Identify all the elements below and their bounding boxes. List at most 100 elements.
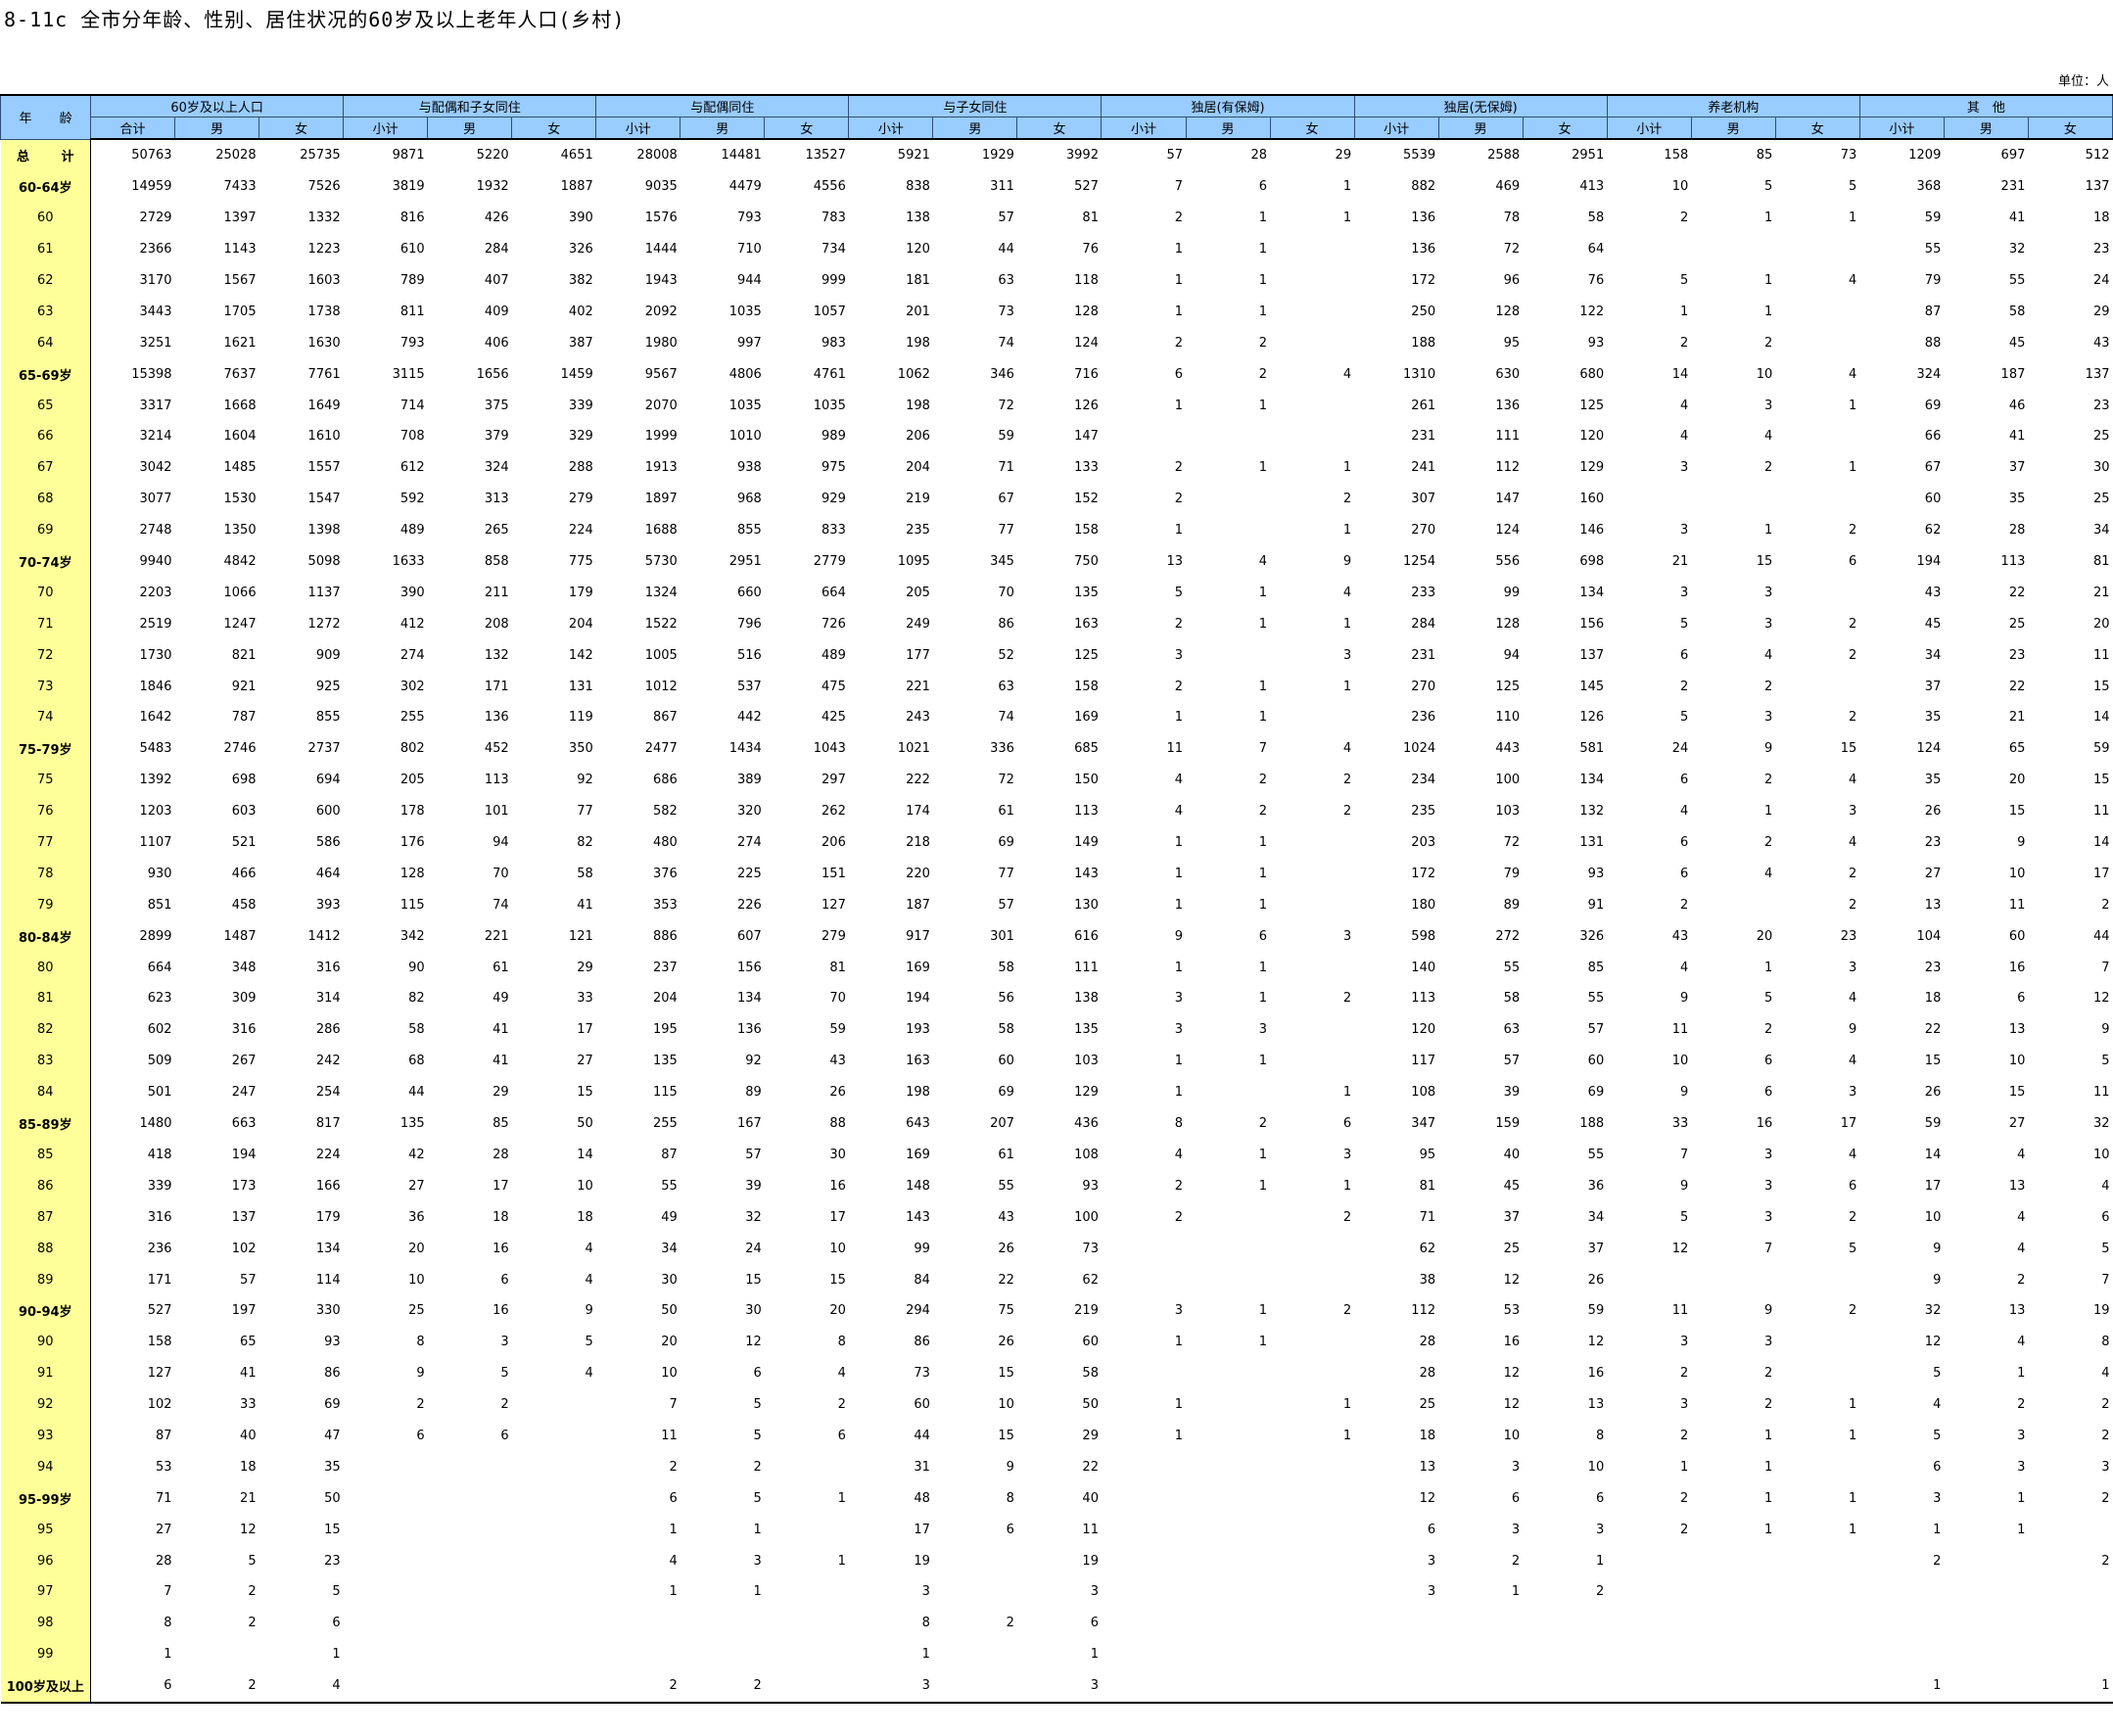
value-cell: 57 (998, 211, 1014, 226)
value-cell: 26 (829, 1085, 846, 1101)
value-cell: 14959 (131, 179, 172, 195)
table-row: 63 3443 1705 1738 811 409 402 2092 1035 1057 201 73… (0, 296, 2113, 328)
value-cell: 664 (147, 960, 172, 975)
value-cell: 21 (2008, 710, 2026, 726)
value-cell (1523, 1608, 1607, 1639)
value-cell: 25 (1419, 1397, 1436, 1413)
value-cell: 17 (493, 1178, 509, 1194)
age-cell: 67 (0, 451, 92, 484)
value-cell (1186, 1451, 1270, 1482)
value-cell: 45 (1924, 616, 1942, 632)
value-cell (1270, 421, 1354, 452)
value-cell (1102, 421, 1186, 452)
value-cell: 3 (1933, 1490, 1942, 1506)
value-cell: 134 (736, 991, 762, 1007)
table-row: 100岁及以上 6 2 4 2 2 3 3 1 1 (0, 1669, 2113, 1704)
value-cell: 111 (1495, 429, 1521, 445)
value-cell (512, 1576, 596, 1608)
value-cell: 2 (1764, 835, 1773, 851)
value-cell: 236 (1411, 710, 1436, 726)
value-cell (344, 1639, 428, 1670)
value-cell: 1203 (139, 804, 172, 820)
value-cell: 34 (1587, 1209, 1605, 1225)
value-cell: 147 (1074, 429, 1099, 445)
value-cell: 1 (1764, 523, 1773, 539)
value-cell: 125 (1074, 647, 1099, 663)
value-cell: 708 (399, 429, 425, 445)
value-cell: 4 (2017, 1147, 2026, 1162)
value-cell: 307 (1411, 492, 1436, 507)
age-cell: 98 (0, 1607, 92, 1639)
value-cell: 204 (568, 616, 593, 632)
value-cell: 1 (1679, 304, 1689, 319)
value-cell: 598 (1411, 928, 1436, 944)
value-cell: 57 (1166, 148, 1183, 164)
table-row: 95-99岁 71 21 50 6 5 1 48 8 40 12 6 6 2 1 1 3 1 2 (0, 1482, 2113, 1515)
value-cell: 120 (1579, 429, 1605, 445)
value-cell: 6 (1258, 179, 1268, 195)
value-cell: 33 (577, 991, 593, 1007)
value-cell: 1530 (223, 492, 257, 507)
value-cell: 272 (1495, 928, 1521, 944)
value-cell: 63 (1503, 1022, 1521, 1038)
value-cell: 6 (1427, 1522, 1436, 1537)
value-cell: 19 (914, 1553, 930, 1569)
value-cell: 1688 (644, 523, 678, 539)
value-cell: 59 (998, 429, 1014, 445)
value-cell: 2 (1174, 1209, 1183, 1225)
value-cell: 989 (822, 429, 846, 445)
value-cell: 172 (1411, 273, 1436, 288)
value-cell: 1 (1174, 897, 1183, 913)
value-cell: 4479 (728, 179, 762, 195)
value-cell (2028, 1576, 2112, 1608)
value-cell: 1350 (223, 523, 257, 539)
value-cell: 314 (315, 991, 341, 1007)
value-cell: 129 (1579, 460, 1605, 476)
value-cell (1607, 484, 1691, 515)
value-cell: 2 (1258, 335, 1268, 351)
value-cell: 234 (1411, 773, 1436, 788)
value-cell: 6 (1595, 1490, 1605, 1506)
value-cell: 81 (1419, 1178, 1436, 1194)
value-cell: 2737 (307, 741, 341, 757)
value-cell: 1547 (307, 492, 341, 507)
value-cell: 586 (315, 835, 341, 851)
value-cell (1186, 1608, 1270, 1639)
value-cell (765, 1576, 849, 1608)
value-cell: 71 (156, 1490, 172, 1506)
value-cell: 4 (1764, 866, 1773, 881)
value-cell: 60 (2008, 928, 2026, 944)
value-cell: 136 (736, 1022, 762, 1038)
table-row: 75 1392 698 694 205 113 92 686 389 297 222 72 150 4 2 2… (0, 764, 2113, 796)
value-cell: 110 (1495, 710, 1521, 726)
value-cell: 9 (1679, 1178, 1689, 1194)
value-cell (1775, 234, 1859, 265)
value-cell: 3042 (139, 460, 172, 476)
value-cell: 1656 (476, 366, 509, 382)
value-cell: 81 (2092, 554, 2110, 570)
value-cell: 2 (1764, 460, 1773, 476)
value-cell: 930 (147, 866, 172, 881)
table-row: 99 1 1 1 1 (0, 1638, 2113, 1670)
age-cell: 61 (0, 233, 92, 265)
value-cell: 60 (1924, 492, 1942, 507)
value-cell: 2 (2017, 1397, 2026, 1413)
value-cell: 4 (669, 1553, 678, 1569)
value-cell: 63 (998, 679, 1014, 694)
value-cell: 87 (156, 1428, 172, 1443)
value-cell: 4 (1933, 1397, 1942, 1413)
value-cell: 1012 (644, 679, 678, 694)
value-cell: 6 (753, 1366, 762, 1382)
sub-header: 男 (174, 117, 260, 140)
value-cell (1523, 1669, 1608, 1704)
value-cell: 4 (1679, 960, 1689, 975)
value-cell: 607 (736, 928, 762, 944)
value-cell (1186, 1264, 1270, 1295)
age-cell: 60-64岁 (0, 170, 92, 203)
value-cell (1691, 1639, 1775, 1670)
value-cell: 592 (399, 492, 425, 507)
value-cell: 1 (1595, 1553, 1605, 1569)
value-cell: 137 (2085, 366, 2110, 382)
value-cell: 855 (315, 710, 341, 726)
value-cell: 74 (998, 710, 1014, 726)
